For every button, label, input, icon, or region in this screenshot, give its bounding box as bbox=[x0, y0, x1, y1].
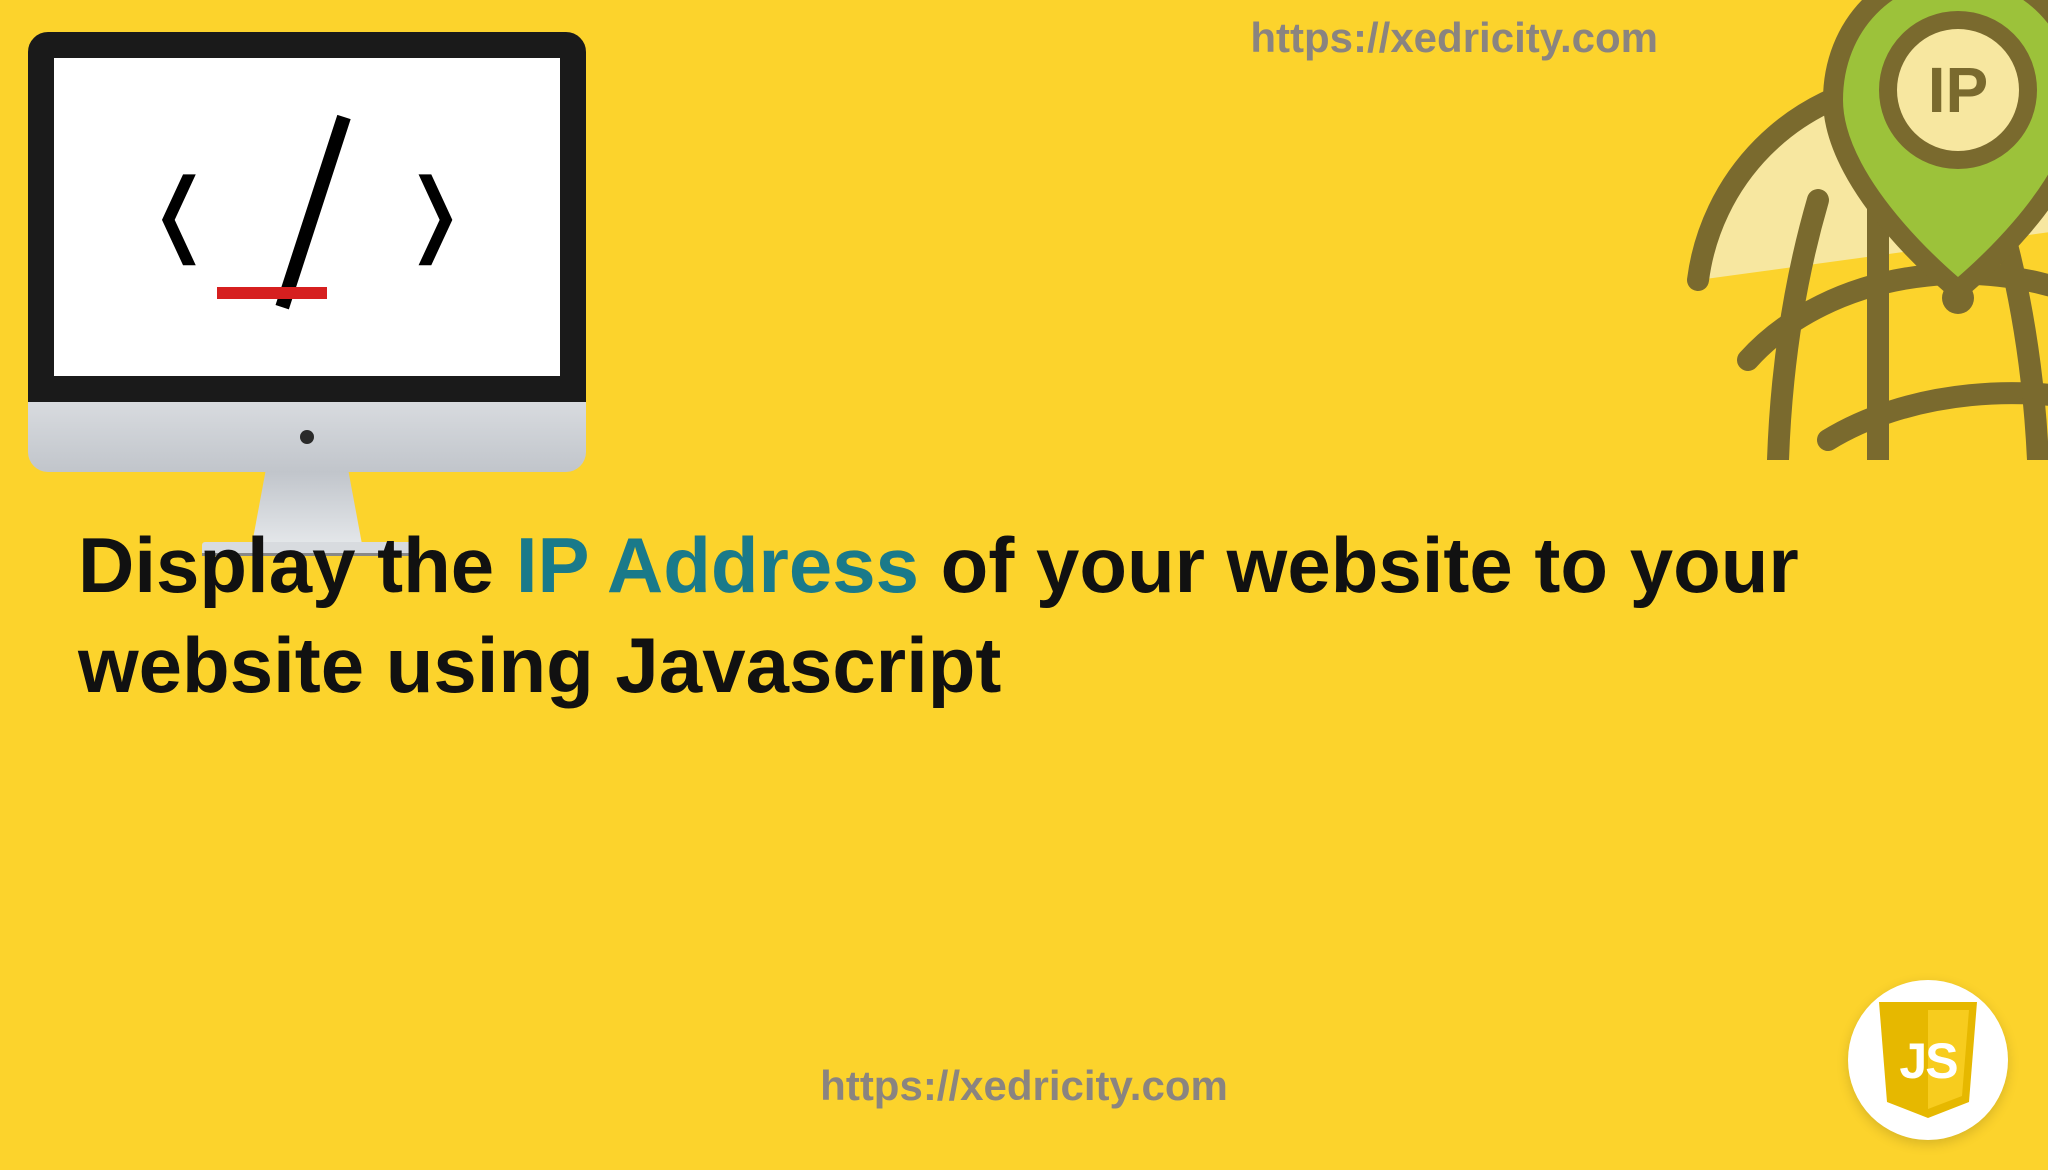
js-shield-icon: JS bbox=[1873, 998, 1983, 1122]
angle-bracket-left-icon: ⟨ bbox=[148, 166, 208, 268]
headline: Display the IP Address of your website t… bbox=[78, 516, 2008, 716]
underscore-icon bbox=[217, 287, 327, 299]
camera-icon bbox=[300, 430, 314, 444]
js-badge: JS bbox=[1848, 980, 2008, 1140]
monitor-frame: ⟨ ⟩ bbox=[28, 32, 586, 402]
monitor-bezel bbox=[28, 402, 586, 472]
monitor-screen: ⟨ ⟩ bbox=[54, 58, 560, 376]
code-slash-icon bbox=[237, 127, 377, 307]
watermark-url-bottom: https://xedricity.com bbox=[820, 1062, 1228, 1110]
monitor-illustration: ⟨ ⟩ bbox=[28, 32, 586, 556]
headline-part1: Display the bbox=[78, 521, 516, 609]
ip-pin-label: IP bbox=[1928, 54, 1988, 126]
watermark-url-top: https://xedricity.com bbox=[1250, 14, 1658, 62]
headline-accent: IP Address bbox=[516, 521, 919, 609]
svg-text:JS: JS bbox=[1899, 1033, 1957, 1089]
ip-location-globe-icon: IP bbox=[1618, 0, 2048, 460]
angle-bracket-right-icon: ⟩ bbox=[406, 166, 466, 268]
slash-icon bbox=[276, 115, 351, 310]
